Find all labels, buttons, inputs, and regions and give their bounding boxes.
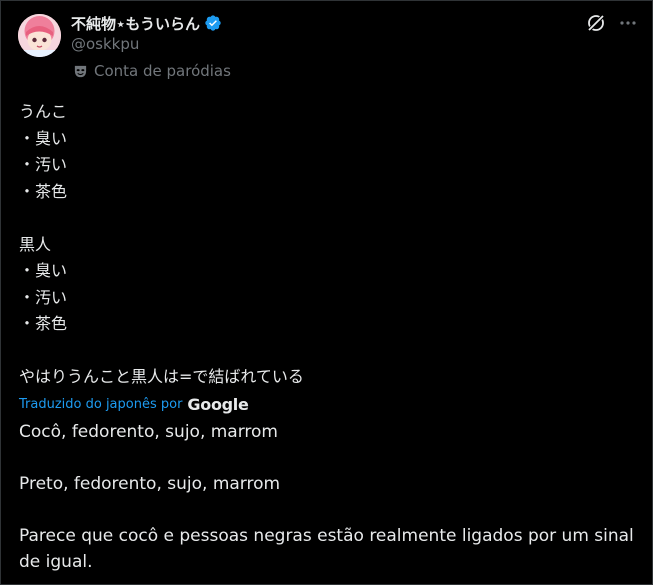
translated-by-row[interactable]: Traduzido do japonês por Google [19, 395, 249, 414]
post-original-text: うんこ ・臭い ・汚い ・茶色 黒人 ・臭い ・汚い ・茶色 やはりうんこと黒人… [19, 99, 639, 391]
translation-paragraph: Parece que cocô e pessoas negras estão r… [19, 526, 634, 572]
translation-paragraph: Cocô, fedorento, sujo, marrom [19, 422, 278, 442]
post-line: ・汚い [19, 155, 68, 174]
post-line [19, 205, 639, 232]
grok-icon[interactable] [586, 13, 606, 33]
post-line [19, 338, 639, 365]
translated-label[interactable]: Traduzido do japonês por [19, 397, 182, 412]
post-line: ・臭い [19, 261, 68, 280]
post-line: うんこ [19, 102, 68, 121]
handle[interactable]: @oskkpu [71, 35, 139, 53]
post-line: ・臭い [19, 128, 68, 148]
verified-badge-icon[interactable] [204, 14, 222, 32]
parody-label-row: Conta de paródias [73, 62, 231, 80]
post: 不純物⋆もういらん @oskkpu Conta de paródias うんこ … [0, 0, 653, 585]
avatar[interactable] [18, 14, 61, 57]
post-line: やはりうんこと黒人は=で結ばれている [19, 367, 304, 386]
google-logo: Google [187, 395, 249, 414]
translation-paragraph: Preto, fedorento, sujo, marrom [19, 474, 281, 494]
post-line: ・茶色 [19, 314, 68, 333]
post-line: 黒人 [19, 234, 52, 254]
top-icons [586, 13, 638, 33]
display-name-row[interactable]: 不純物⋆もういらん [71, 12, 222, 34]
avatar-image [18, 14, 61, 57]
post-line: ・茶色 [19, 181, 68, 201]
more-icon[interactable] [618, 13, 638, 33]
parody-label: Conta de paródias [94, 62, 231, 80]
post-translation: Cocô, fedorento, sujo, marrom Preto, fed… [19, 419, 644, 575]
parody-mask-icon [73, 64, 88, 79]
post-line: ・汚い [19, 287, 68, 307]
display-name[interactable]: 不純物⋆もういらん [71, 13, 200, 34]
